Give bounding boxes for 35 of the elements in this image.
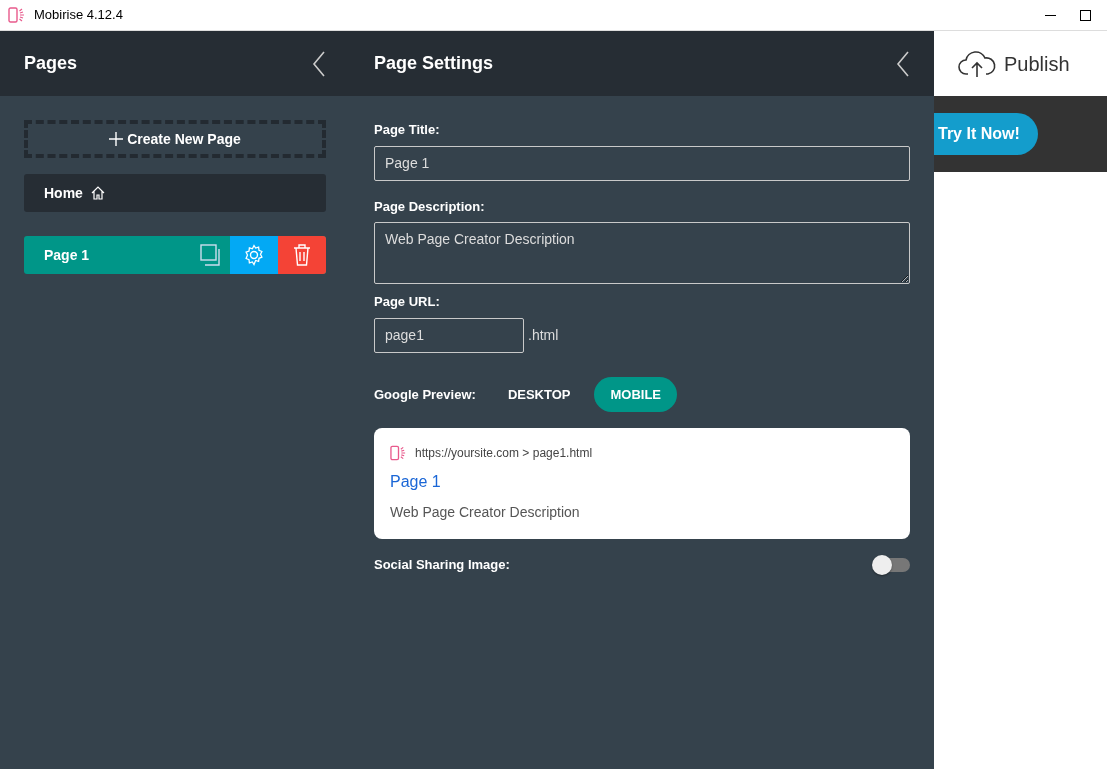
- field-label: Page URL:: [374, 293, 441, 311]
- result-description: Web Page Creator Description: [390, 503, 581, 522]
- preview-mode-tab[interactable]: DESKTOP: [491, 376, 587, 412]
- collapse-chevron-icon[interactable]: [312, 50, 326, 77]
- page-url-field[interactable]: page1: [374, 317, 524, 353]
- maximize-icon: [1080, 9, 1091, 21]
- window-title: Mobirise 4.12.4: [34, 6, 123, 25]
- field-label: Page Title:: [374, 121, 441, 139]
- result-url: https://yoursite.com > page1.html: [415, 445, 593, 462]
- field-label: Page Description:: [374, 197, 486, 216]
- result-title: Page 1: [390, 472, 442, 492]
- copy-icon: [200, 244, 222, 266]
- page-description-field[interactable]: Web Page Creator Description: [374, 222, 910, 284]
- panel-title: Page Settings: [374, 52, 494, 75]
- home-icon: [90, 186, 105, 200]
- trash-icon: [293, 244, 311, 266]
- maximize-button[interactable]: [1080, 9, 1091, 21]
- gear-icon: [243, 244, 265, 266]
- social-sharing-toggle[interactable]: [874, 557, 910, 572]
- panel-title: Pages: [24, 52, 78, 75]
- page-title-field[interactable]: Page 1: [374, 145, 910, 181]
- phone-logo-icon: [8, 7, 26, 23]
- delete-button[interactable]: [278, 236, 326, 274]
- cloud-upload-icon: [958, 49, 996, 78]
- preview-label: Google Preview:: [374, 385, 476, 404]
- url-suffix: .html: [528, 325, 559, 345]
- plus-icon: [109, 132, 124, 146]
- page-list-item[interactable]: Home: [24, 174, 326, 212]
- collapse-chevron-icon[interactable]: [896, 50, 910, 77]
- social-sharing-label: Social Sharing Image:: [374, 556, 510, 574]
- preview-mode-tab[interactable]: MOBILE: [594, 376, 678, 412]
- phone-logo-icon: [390, 445, 407, 461]
- page-list-item[interactable]: Page 1: [24, 236, 326, 274]
- create-page-button[interactable]: Create New Page: [24, 120, 326, 158]
- publish-button[interactable]: Publish: [934, 47, 1076, 80]
